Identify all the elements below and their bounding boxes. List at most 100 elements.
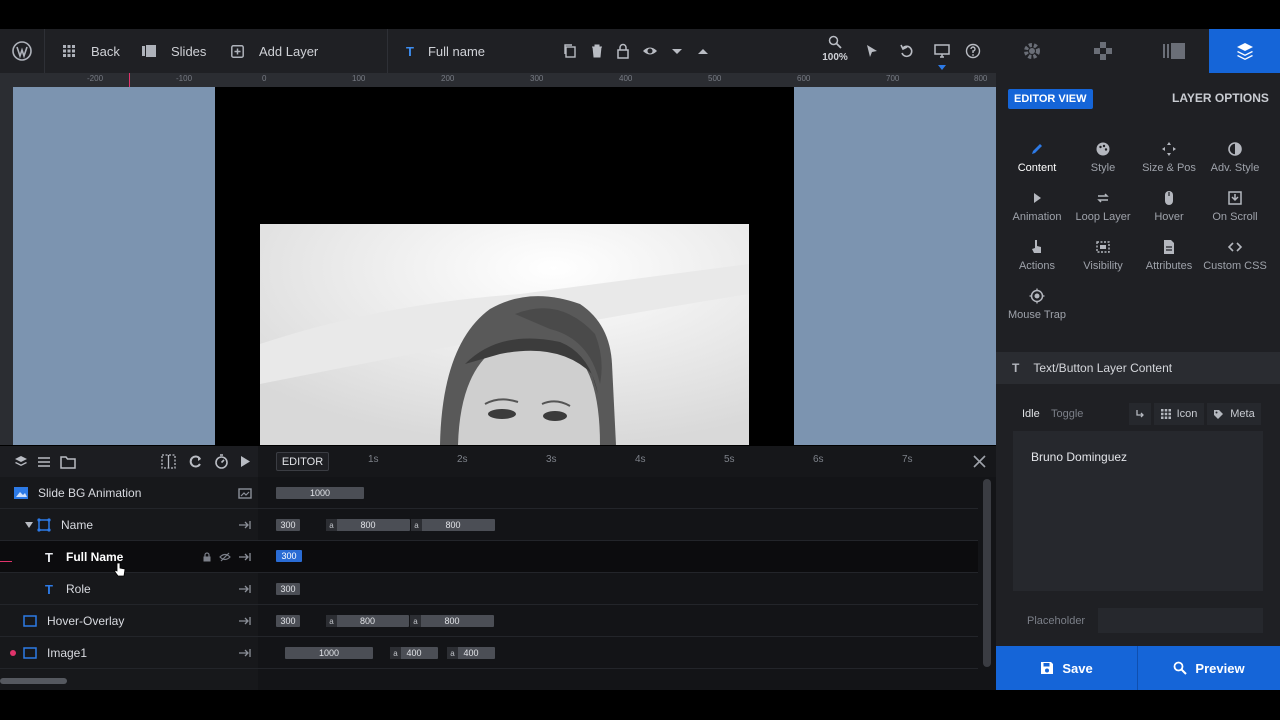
desktop-icon[interactable] [934, 43, 950, 59]
zoom-control[interactable]: 100% [821, 35, 849, 69]
editor-view-button[interactable]: EDITOR VIEW [1008, 89, 1093, 109]
save-button[interactable]: Save [996, 646, 1137, 690]
timing-bar[interactable]: 300 [276, 583, 300, 595]
time-label: 1s [368, 454, 379, 465]
layer-row-full-name[interactable]: T Full Name 300 [0, 541, 978, 577]
timer-icon[interactable] [214, 454, 229, 469]
option-attributes[interactable]: Attributes [1136, 239, 1202, 283]
timeline-header: EDITOR 1s 2s 3s 4s 5s 6s 7s [0, 446, 996, 477]
option-custom-css[interactable]: Custom CSS [1202, 239, 1268, 283]
option-loop-layer[interactable]: Loop Layer [1070, 190, 1136, 234]
preview-button[interactable]: Preview [1138, 646, 1280, 690]
jump-to-end-icon[interactable] [238, 582, 252, 596]
image-layer-icon [23, 647, 37, 659]
tab-idle[interactable]: Idle [1022, 408, 1040, 420]
option-style[interactable]: Style [1070, 141, 1136, 185]
delete-icon[interactable] [589, 43, 605, 59]
timing-bar[interactable]: a 800 [411, 519, 495, 531]
slide-area[interactable] [215, 87, 794, 445]
layers-stack-icon[interactable] [14, 455, 28, 469]
image-layer[interactable] [260, 224, 749, 445]
document-icon [1164, 240, 1174, 254]
visibility-icon[interactable] [642, 43, 658, 59]
back-button[interactable]: Back [61, 29, 120, 73]
snap-grid-icon[interactable] [161, 454, 176, 469]
list-icon[interactable] [37, 455, 51, 469]
option-on-scroll[interactable]: On Scroll [1202, 190, 1268, 234]
placeholder-input[interactable] [1098, 608, 1263, 633]
help-icon[interactable] [965, 43, 981, 59]
timing-bar[interactable]: 1000 [276, 487, 364, 499]
selected-layer-name[interactable]: T Full name [406, 29, 485, 73]
link-button[interactable] [1129, 403, 1151, 425]
slides-button[interactable]: Slides [141, 29, 206, 73]
timing-bar[interactable]: 1000 [285, 647, 373, 659]
timing-bar[interactable]: 300 [276, 615, 300, 627]
selected-layer-label: Full name [427, 43, 486, 59]
layer-name: Slide BG Animation [38, 486, 142, 500]
add-layer-button[interactable]: Add Layer [229, 29, 318, 73]
option-actions[interactable]: Actions [1004, 239, 1070, 283]
layer-row-name[interactable]: Name 300 a 800 a 800 [0, 509, 978, 541]
option-mouse-trap[interactable]: Mouse Trap [1004, 288, 1070, 332]
option-visibility[interactable]: Visibility [1070, 239, 1136, 283]
option-label: Mouse Trap [1007, 309, 1067, 321]
jump-to-end-icon[interactable] [238, 518, 252, 532]
option-label: Adv. Style [1210, 162, 1260, 174]
jump-to-end-icon[interactable] [238, 614, 252, 628]
folder-icon[interactable] [60, 455, 76, 469]
option-size-pos[interactable]: Size & Pos [1136, 141, 1202, 185]
timeline-horizontal-scrollbar[interactable] [0, 678, 67, 684]
tab-navigation[interactable] [1067, 29, 1138, 73]
layer-row-role[interactable]: T Role 300 [0, 573, 978, 605]
jump-to-end-icon[interactable] [238, 550, 252, 564]
timing-bar[interactable]: a 800 [326, 615, 409, 627]
content-text: Bruno Dominguez [1031, 450, 1128, 464]
tab-slide-options[interactable] [1138, 29, 1209, 73]
hide-icon[interactable] [219, 552, 231, 562]
editor-mode-button[interactable]: EDITOR [276, 452, 329, 471]
move-up-icon[interactable] [695, 43, 711, 59]
option-animation[interactable]: Animation [1004, 190, 1070, 234]
collapse-caret-icon[interactable] [24, 520, 34, 530]
tab-slider-settings[interactable] [996, 29, 1067, 73]
move-down-icon[interactable] [669, 43, 685, 59]
tab-toggle[interactable]: Toggle [1051, 408, 1083, 420]
lock-icon[interactable] [615, 43, 631, 59]
horizontal-ruler: -200 -100 0 100 200 300 400 500 600 700 … [0, 73, 996, 87]
timing-bar[interactable]: 300 [276, 519, 300, 531]
contrast-icon [1228, 142, 1242, 156]
timeline-vertical-scrollbar[interactable] [983, 479, 991, 667]
timing-bar[interactable]: a 800 [410, 615, 494, 627]
lock-icon[interactable] [202, 552, 212, 562]
ruler-tick: 800 [974, 74, 988, 83]
loop-icon[interactable] [188, 454, 203, 469]
timing-bar[interactable]: a 400 [447, 647, 495, 659]
option-content[interactable]: Content [1004, 141, 1070, 185]
timing-bar[interactable]: 300 [276, 550, 302, 562]
visibility-grid-icon [1096, 241, 1110, 253]
jump-to-end-icon[interactable] [238, 646, 252, 660]
option-adv-style[interactable]: Adv. Style [1202, 141, 1268, 185]
close-timeline-icon[interactable] [972, 454, 987, 469]
layer-row-hover-overlay[interactable]: Hover-Overlay 300 a 800 a 800 [0, 605, 978, 637]
slide-canvas[interactable] [13, 87, 996, 445]
anchor-tag: a [447, 647, 458, 659]
timing-bar[interactable]: a 400 [390, 647, 438, 659]
save-label: Save [1062, 660, 1093, 676]
play-icon[interactable] [239, 455, 251, 468]
wordpress-logo[interactable] [12, 29, 32, 73]
tab-layer-options[interactable] [1209, 29, 1280, 73]
pointer-icon[interactable] [864, 43, 880, 59]
timing-bar[interactable]: a 800 [326, 519, 410, 531]
layer-row-image1[interactable]: Image1 1000 a 400 a 400 [0, 637, 978, 669]
option-hover[interactable]: Hover [1136, 190, 1202, 234]
media-icon[interactable] [238, 486, 252, 500]
save-icon [1041, 662, 1054, 674]
meta-button[interactable]: Meta [1207, 403, 1261, 425]
duplicate-icon[interactable] [562, 43, 578, 59]
icon-button[interactable]: Icon [1154, 403, 1204, 425]
undo-icon[interactable] [899, 43, 915, 59]
layer-row-slide-bg[interactable]: Slide BG Animation 1000 [0, 477, 978, 509]
content-textarea[interactable]: Bruno Dominguez [1013, 431, 1263, 591]
